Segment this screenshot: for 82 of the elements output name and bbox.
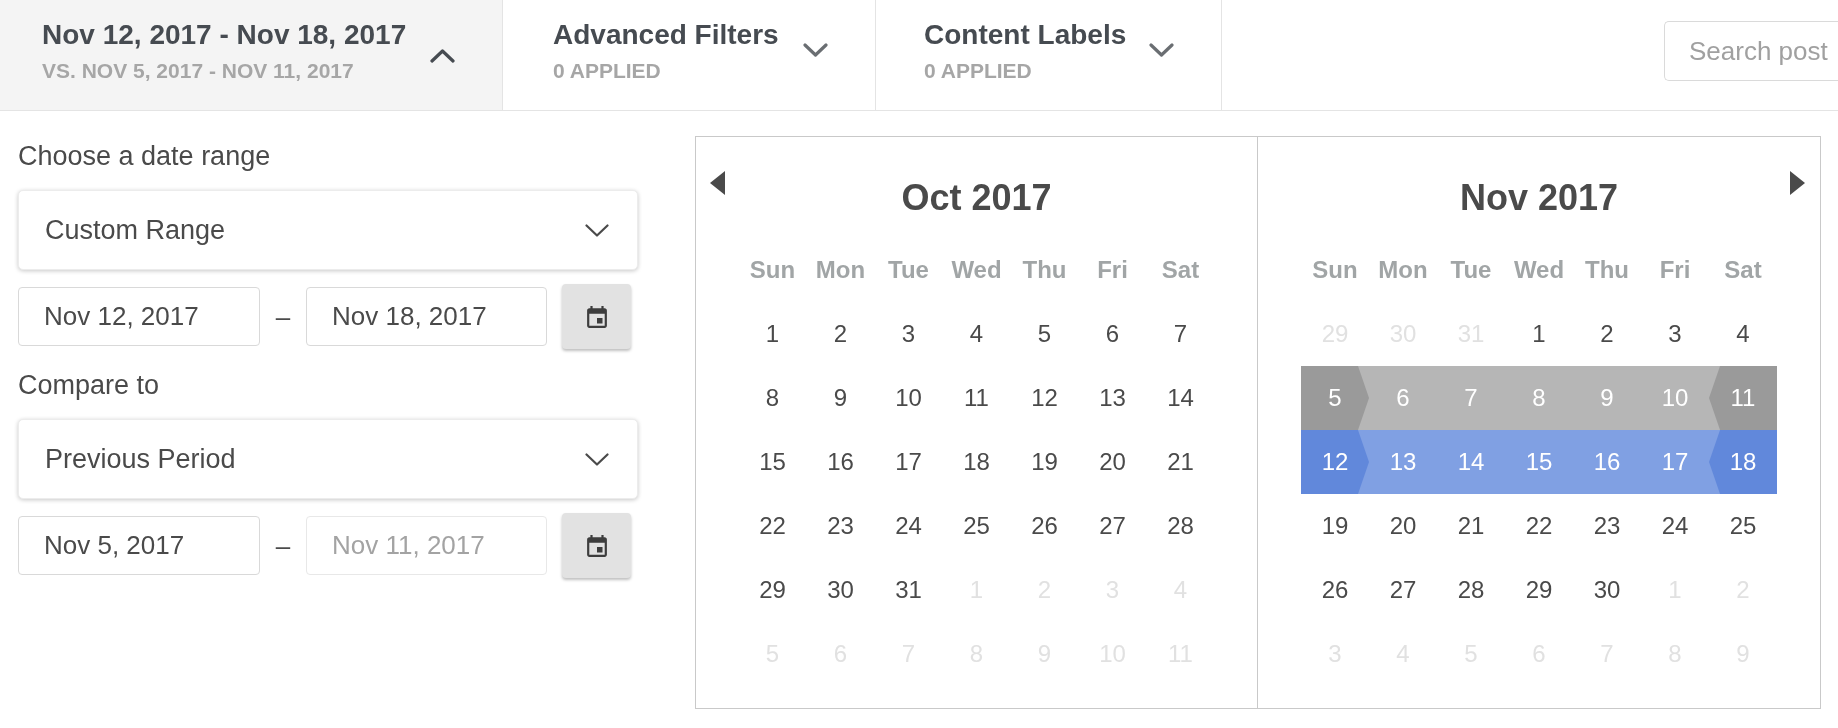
chevron-down-icon: [585, 223, 609, 237]
weekday-label: Thu: [1585, 256, 1629, 284]
calendar-day[interactable]: 24: [895, 512, 922, 540]
weekday-label: Mon: [1378, 256, 1428, 284]
calendar-day[interactable]: 8: [765, 384, 780, 412]
calendar-day[interactable]: 22: [759, 512, 786, 540]
calendar-day[interactable]: 25: [1729, 512, 1757, 540]
calendar-day[interactable]: 23: [827, 512, 854, 540]
calendar-button[interactable]: [562, 513, 631, 578]
calendar-day[interactable]: 22: [1525, 512, 1553, 540]
calendar-day[interactable]: 5: [1037, 320, 1052, 348]
search-field[interactable]: Search post: [1664, 21, 1838, 81]
calendar-day[interactable]: 4: [969, 320, 984, 348]
calendar-day[interactable]: 26: [1321, 576, 1349, 604]
weekday-label: Sun: [1312, 256, 1358, 284]
weekday-label: Sat: [1724, 256, 1762, 284]
calendar-day[interactable]: 14: [1167, 384, 1194, 412]
calendar-day[interactable]: 24: [1661, 512, 1689, 540]
date-input[interactable]: Nov 5, 2017: [18, 516, 260, 575]
weekday-label: Thu: [1022, 256, 1067, 284]
calendar-day[interactable]: 10: [895, 384, 922, 412]
calendar-day[interactable]: 7: [1173, 320, 1188, 348]
calendar-day[interactable]: 6: [1105, 320, 1120, 348]
calendar-day[interactable]: 21: [1457, 512, 1485, 540]
calendar-day[interactable]: 2: [833, 320, 848, 348]
calendar-day[interactable]: 1: [1532, 320, 1546, 348]
calendar-day[interactable]: 19: [1031, 448, 1058, 476]
calendar-day[interactable]: 27: [1389, 576, 1417, 604]
calendar-day[interactable]: 28: [1457, 576, 1485, 604]
section-label: Choose a date range: [18, 141, 271, 171]
calendar-day[interactable]: 29: [1525, 576, 1553, 604]
calendar-day[interactable]: 18: [963, 448, 990, 476]
calendar-day[interactable]: 17: [895, 448, 922, 476]
calendar-day[interactable]: 11: [964, 384, 989, 412]
weekday-label: Sat: [1161, 256, 1200, 284]
calendar-day[interactable]: 28: [1167, 512, 1194, 540]
weekday-label: Tue: [1450, 256, 1492, 284]
period-dropdown[interactable]: Previous Period: [18, 419, 638, 499]
calendar-day[interactable]: 4: [1736, 320, 1750, 348]
weekday-label: Mon: [815, 256, 866, 284]
chevron-down-icon: [585, 452, 609, 466]
calendar-day[interactable]: 29: [759, 576, 786, 604]
calendar-day[interactable]: 30: [1593, 576, 1621, 604]
calendar-day[interactable]: 20: [1099, 448, 1126, 476]
calendar-day[interactable]: 3: [901, 320, 916, 348]
weekday-label: Fri: [1097, 256, 1128, 284]
calendar-day[interactable]: 1: [765, 320, 780, 348]
calendar-day[interactable]: 15: [759, 448, 786, 476]
calendar-day[interactable]: 31: [895, 576, 922, 604]
calendar-day[interactable]: 20: [1389, 512, 1417, 540]
calendar-icon: [586, 534, 607, 557]
calendar-day[interactable]: 23: [1593, 512, 1621, 540]
date-range-dash: –: [275, 301, 291, 332]
date-input[interactable]: Nov 12, 2017: [18, 287, 260, 346]
section-label: Compare to: [18, 370, 160, 400]
weekday-label: Wed: [951, 256, 1002, 284]
calendar-day[interactable]: 12: [1031, 384, 1058, 412]
calendar-day[interactable]: 30: [827, 576, 854, 604]
calendar-day[interactable]: 25: [963, 512, 990, 540]
month-title: Nov 2017: [1459, 176, 1619, 220]
calendar-day[interactable]: 21: [1167, 448, 1194, 476]
calendar-button[interactable]: [562, 284, 631, 349]
right-arrow-icon[interactable]: [1790, 171, 1805, 195]
date-range-dash: –: [275, 530, 291, 561]
calendar-day[interactable]: 3: [1668, 320, 1682, 348]
calendar-day[interactable]: 26: [1031, 512, 1058, 540]
weekday-label: Fri: [1659, 256, 1691, 284]
calendar-day[interactable]: 16: [827, 448, 854, 476]
left-arrow-icon[interactable]: [710, 171, 725, 195]
calendar-icon: [586, 305, 607, 328]
filter-tab[interactable]: Nov 12, 2017 - Nov 18, 2017 VS. NOV 5, 2017 - NOV 11, 2017: [0, 0, 503, 110]
calendar-day[interactable]: 27: [1099, 512, 1126, 540]
weekday-label: Sun: [749, 256, 796, 284]
weekday-label: Wed: [1513, 256, 1565, 284]
calendar-day[interactable]: 2: [1600, 320, 1614, 348]
period-dropdown[interactable]: Custom Range: [18, 190, 638, 270]
month-title: Oct 2017: [901, 176, 1052, 220]
weekday-label: Tue: [888, 256, 929, 284]
date-input[interactable]: Nov 18, 2017: [306, 287, 547, 346]
calendar-day[interactable]: 13: [1099, 384, 1126, 412]
calendar-day[interactable]: 19: [1321, 512, 1349, 540]
calendar-day[interactable]: 9: [833, 384, 848, 412]
